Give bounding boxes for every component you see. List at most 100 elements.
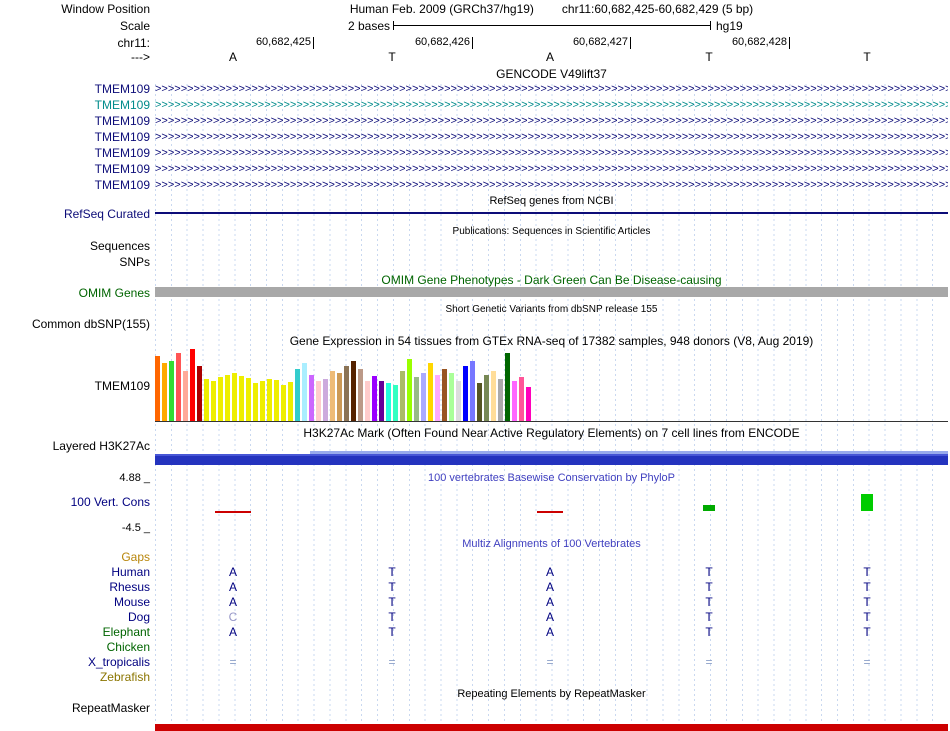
- track-title-h3k27ac: H3K27Ac Mark (Often Found Near Active Re…: [303, 426, 800, 440]
- species-label[interactable]: Zebrafish: [0, 670, 150, 684]
- gtex-bar[interactable]: [232, 373, 237, 421]
- gtex-bar[interactable]: [512, 381, 517, 421]
- gtex-bar[interactable]: [449, 373, 454, 421]
- gtex-bar[interactable]: [379, 381, 384, 421]
- common-dbsnp-label[interactable]: Common dbSNP(155): [0, 317, 150, 331]
- alignment-base: T: [705, 580, 713, 594]
- gtex-bar[interactable]: [176, 353, 181, 421]
- species-label[interactable]: Elephant: [0, 625, 150, 639]
- phylop-negative-bar[interactable]: [215, 511, 251, 513]
- publications-snps-label[interactable]: SNPs: [0, 255, 150, 269]
- gtex-bar[interactable]: [239, 376, 244, 421]
- gtex-bar[interactable]: [302, 363, 307, 421]
- gtex-bar[interactable]: [386, 383, 391, 421]
- gtex-bar[interactable]: [400, 371, 405, 421]
- layered-h3k27ac-label[interactable]: Layered H3K27Ac: [0, 439, 150, 453]
- species-label[interactable]: Mouse: [0, 595, 150, 609]
- gtex-bar[interactable]: [225, 375, 230, 421]
- omim-gene-item[interactable]: [155, 287, 948, 297]
- transcript-strand-arrows[interactable]: >>>>>>>>>>>>>>>>>>>>>>>>>>>>>>>>>>>>>>>>…: [155, 98, 948, 112]
- gtex-bar[interactable]: [351, 361, 356, 421]
- species-label[interactable]: X_tropicalis: [0, 655, 150, 669]
- repeatmasker-label[interactable]: RepeatMasker: [0, 701, 150, 715]
- gtex-bar[interactable]: [246, 378, 251, 421]
- gtex-bar[interactable]: [393, 385, 398, 421]
- transcript-strand-arrows[interactable]: >>>>>>>>>>>>>>>>>>>>>>>>>>>>>>>>>>>>>>>>…: [155, 82, 948, 96]
- gtex-bar[interactable]: [155, 356, 160, 421]
- gtex-bar[interactable]: [477, 383, 482, 421]
- gtex-bar[interactable]: [456, 381, 461, 421]
- gtex-bar[interactable]: [295, 369, 300, 421]
- gtex-expression-chart[interactable]: [155, 347, 948, 421]
- bottom-red-bar[interactable]: [155, 724, 948, 731]
- gtex-bar[interactable]: [169, 361, 174, 421]
- gtex-bar[interactable]: [498, 379, 503, 421]
- gtex-bar[interactable]: [267, 379, 272, 421]
- species-label[interactable]: Human: [0, 565, 150, 579]
- gtex-bar[interactable]: [442, 369, 447, 421]
- gtex-bar[interactable]: [204, 379, 209, 421]
- gene-label[interactable]: TMEM109: [0, 178, 150, 192]
- gene-label[interactable]: TMEM109: [0, 98, 150, 112]
- gene-label[interactable]: TMEM109: [0, 130, 150, 144]
- gtex-bar[interactable]: [274, 380, 279, 421]
- refseq-curated-label[interactable]: RefSeq Curated: [0, 207, 150, 221]
- gtex-bar[interactable]: [197, 366, 202, 421]
- gtex-bar[interactable]: [372, 376, 377, 421]
- gtex-bar[interactable]: [330, 371, 335, 421]
- gtex-bar[interactable]: [309, 375, 314, 421]
- vert-cons-label[interactable]: 100 Vert. Cons: [0, 495, 150, 509]
- gtex-bar[interactable]: [484, 375, 489, 421]
- gtex-bar[interactable]: [407, 359, 412, 421]
- gtex-bar[interactable]: [190, 349, 195, 421]
- gene-label[interactable]: TMEM109: [0, 114, 150, 128]
- h3k27ac-signal-base[interactable]: [155, 456, 948, 465]
- gtex-bar[interactable]: [435, 375, 440, 421]
- gtex-bar[interactable]: [491, 371, 496, 421]
- gtex-bar[interactable]: [414, 377, 419, 421]
- species-label[interactable]: Rhesus: [0, 580, 150, 594]
- omim-genes-label[interactable]: OMIM Genes: [0, 286, 150, 300]
- gtex-bar[interactable]: [260, 381, 265, 421]
- gtex-bar[interactable]: [358, 369, 363, 421]
- transcript-strand-arrows[interactable]: >>>>>>>>>>>>>>>>>>>>>>>>>>>>>>>>>>>>>>>>…: [155, 162, 948, 176]
- gtex-bar[interactable]: [253, 383, 258, 421]
- gtex-bar[interactable]: [421, 373, 426, 421]
- refseq-curated-item[interactable]: [155, 212, 948, 214]
- gtex-bar[interactable]: [365, 381, 370, 421]
- gtex-bar[interactable]: [519, 377, 524, 421]
- gene-label[interactable]: TMEM109: [0, 146, 150, 160]
- gtex-bar[interactable]: [211, 381, 216, 421]
- gtex-bar[interactable]: [162, 363, 167, 421]
- gtex-bar[interactable]: [526, 387, 531, 421]
- transcript-strand-arrows[interactable]: >>>>>>>>>>>>>>>>>>>>>>>>>>>>>>>>>>>>>>>>…: [155, 178, 948, 192]
- phylop-positive-bar[interactable]: [861, 494, 873, 511]
- gene-label[interactable]: TMEM109: [0, 162, 150, 176]
- gtex-bar[interactable]: [316, 381, 321, 421]
- gene-label[interactable]: TMEM109: [0, 82, 150, 96]
- gtex-bar[interactable]: [470, 361, 475, 421]
- species-label[interactable]: Chicken: [0, 640, 150, 654]
- gtex-bar[interactable]: [428, 363, 433, 421]
- species-label[interactable]: Dog: [0, 610, 150, 624]
- transcript-strand-arrows[interactable]: >>>>>>>>>>>>>>>>>>>>>>>>>>>>>>>>>>>>>>>>…: [155, 114, 948, 128]
- gtex-bar[interactable]: [218, 377, 223, 421]
- gtex-bar[interactable]: [323, 379, 328, 421]
- publications-sequences-label[interactable]: Sequences: [0, 239, 150, 253]
- transcript-strand-arrows[interactable]: >>>>>>>>>>>>>>>>>>>>>>>>>>>>>>>>>>>>>>>>…: [155, 146, 948, 160]
- window-position-row: Human Feb. 2009 (GRCh37/hg19) chr11:60,68…: [155, 2, 948, 16]
- alignment-base: =: [863, 655, 871, 669]
- gtex-bar[interactable]: [281, 385, 286, 421]
- species-label[interactable]: Gaps: [0, 550, 150, 564]
- gtex-bar[interactable]: [288, 382, 293, 421]
- transcript-strand-arrows[interactable]: >>>>>>>>>>>>>>>>>>>>>>>>>>>>>>>>>>>>>>>>…: [155, 130, 948, 144]
- gtex-bar[interactable]: [344, 366, 349, 421]
- phylop-positive-bar[interactable]: [703, 505, 715, 511]
- phylop-negative-bar[interactable]: [537, 511, 563, 513]
- gtex-bar[interactable]: [505, 353, 510, 421]
- gtex-bar[interactable]: [463, 366, 468, 421]
- track-title-repeatmasker: Repeating Elements by RepeatMasker: [457, 688, 646, 700]
- gtex-bar[interactable]: [183, 371, 188, 421]
- gtex-gene-label[interactable]: TMEM109: [0, 379, 150, 393]
- gtex-bar[interactable]: [337, 373, 342, 421]
